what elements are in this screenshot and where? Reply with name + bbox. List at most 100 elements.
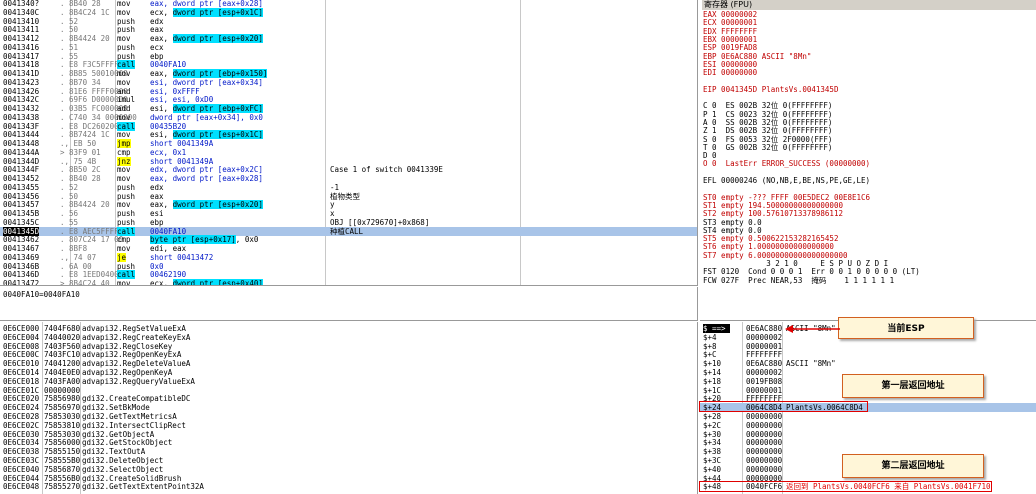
stack-row[interactable]: $+34 00000000	[700, 438, 1036, 447]
disasm-row[interactable]: 00413432. 03B5 FC000000 add esi, dword ptr…	[0, 104, 697, 113]
disasm-row[interactable]: 00413418 . E8 F3C5FFFF call 0040FA10	[0, 60, 697, 70]
disasm-row[interactable]: 0041343F . E8 DC260200 call 00435B20	[0, 121, 697, 131]
disasm-hex: . 50	[60, 191, 79, 201]
dump-value: 75856970	[44, 403, 81, 413]
disasm-row[interactable]: 0041345B . 56 push esi x	[0, 209, 697, 218]
stack-value: FFFFFFFF	[746, 350, 783, 360]
stack-value: 0019FB08	[746, 376, 783, 386]
stack-row[interactable]: $+30 00000000	[700, 430, 1036, 439]
dump-row[interactable]: 0E6CE040 75856870 gdi32.SelectObject	[0, 465, 697, 474]
registers-pane[interactable]: 寄存器 (FPU) EAX 00000002 ECX 00000001 EDX FF…	[700, 0, 1036, 321]
disasm-row[interactable]: 00413410 . 52 push edx	[0, 17, 697, 26]
disasm-mnemonic: mov	[117, 200, 131, 210]
disasm-row[interactable]: 0041344D ., 75 4B jnz short 0041349A	[0, 156, 697, 166]
dump-row[interactable]: 0E6CE004 74040020 advapi32.RegCreateKeyExA	[0, 333, 697, 342]
disasm-row[interactable]: 0041342C. 69F6 D0000000 imul esi, esi, 0xD…	[0, 95, 697, 104]
dump-row[interactable]: 0E6CE010 74041200 advapi32.RegDeleteValueA	[0, 359, 697, 368]
disasm-row[interactable]: 00413426. 81E6 FFFF0000 and esi, 0xFFFF	[0, 87, 697, 96]
disasm-row[interactable]: 00413452 . 8B40 28 mov eax, dword ptr [eax+…	[0, 174, 697, 183]
dump-symbol: advapi32.RegCloseKey	[82, 341, 173, 351]
disasm-mnemonic: mov	[117, 77, 131, 87]
disasm-hex: . 8BF8	[60, 244, 88, 253]
dump-row[interactable]: 0E6CE028 75853030 gdi32.GetTextMetricsA	[0, 412, 697, 421]
dump-value: 7404E0E0	[44, 368, 81, 377]
disasm-address: 00413467	[3, 244, 40, 253]
register-line[interactable]: FCW 027F Prec NEAR,53 掩码 1 1 1 1 1 1	[703, 276, 1036, 285]
disasm-hex: > 8B4C24 40	[60, 279, 110, 286]
disasm-row[interactable]: 0041341D. 8B85 50010000 mov eax, dword ptr…	[0, 69, 697, 78]
disasm-row[interactable]: 00413412 . 8B4424 20 mov eax, dword ptr [es…	[0, 34, 697, 43]
dump-pane[interactable]: 0E6CE000 7404F680 advapi32.RegSetValueExA 0…	[0, 322, 698, 494]
disasm-operand: edi, eax	[150, 244, 187, 253]
disasm-row[interactable]: 00413462 . 807C24 17 00 cmp byte ptr [esp+0…	[0, 235, 697, 245]
dump-row[interactable]: 0E6CE00C 7403FC10 advapi32.RegOpenKeyExA	[0, 350, 697, 359]
stack-value: 00000001	[746, 341, 783, 351]
stack-row[interactable]: $+C FFFFFFFF	[700, 350, 1036, 359]
disasm-row[interactable]: 00413448 ., EB 50 jmp short 0041349A	[0, 139, 697, 148]
dump-row[interactable]: 0E6CE024 75856970 gdi32.SetBkMode	[0, 403, 697, 412]
stack-row[interactable]: $+2C 00000000	[700, 421, 1036, 430]
disasm-operand: esi	[150, 209, 164, 218]
disasm-address: 00413472	[3, 279, 40, 286]
dump-value: 7403F560	[44, 341, 81, 351]
disasm-row[interactable]: 0041346B . 6A 00 push 0x0	[0, 262, 697, 271]
stack-value: 0E6AC880	[746, 359, 783, 369]
stack-row[interactable]: $+8 00000001	[700, 342, 1036, 351]
disasm-row[interactable]: 0041345D . E8 AEC5FFFF call 0040FA10 种植CALL	[0, 226, 697, 236]
dump-row[interactable]: 0E6CE03C 758555B0 gdi32.DeleteObject	[0, 456, 697, 465]
stack-offset: $+C	[703, 350, 717, 360]
disasm-row[interactable]: 00413423 . 8B70 34 mov esi, dword ptr [eax+…	[0, 78, 697, 87]
disasm-operand: eax, dword ptr [eax+0x28]	[150, 174, 263, 183]
disasm-address: 0041345C	[3, 217, 40, 227]
stack-row[interactable]: $+10 0E6AC880 ASCII "8Mn"	[700, 359, 1036, 368]
dump-row[interactable]: 0E6CE038 75855150 gdi32.TextOutA	[0, 447, 697, 456]
disasm-row[interactable]: 00413417 . 55 push ebp	[0, 52, 697, 61]
disasm-row[interactable]: 00413438. C740 34 0000000 mov dword ptr [e…	[0, 113, 697, 122]
dump-symbol: advapi32.RegDeleteValueA	[82, 359, 191, 369]
dump-value: 74041200	[44, 359, 81, 369]
disasm-address: 00413448	[3, 139, 40, 148]
dump-row[interactable]: 0E6CE034 75856000 gdi32.GetStockObject	[0, 438, 697, 447]
dump-row[interactable]: 0E6CE02C 75853810 gdi32.IntersectClipRect	[0, 421, 697, 430]
stack-row[interactable]: $+28 00000000	[700, 412, 1036, 421]
disasm-row[interactable]: 0041340C . 8B4C24 1C mov ecx, dword ptr [es…	[0, 7, 697, 17]
dump-row[interactable]: 0E6CE020 75856980 gdi32.CreateCompatibleDC	[0, 394, 697, 403]
disasm-mnemonic: push	[117, 191, 136, 201]
disasm-operand: ebp	[150, 51, 164, 61]
dump-value: 7403FA00	[44, 376, 81, 386]
disasm-mnemonic: call	[117, 121, 136, 131]
disasm-mnemonic: mov	[117, 130, 131, 140]
disasm-row[interactable]: 0041345C . 55 push ebp OBJ [[0x729670]+0x868…	[0, 218, 697, 227]
disasm-row[interactable]: 00413457 . 8B4424 20 mov eax, dword ptr [es…	[0, 200, 697, 210]
disasm-row[interactable]: 00413411 . 50 push eax	[0, 25, 697, 34]
disasm-mnemonic: push	[117, 261, 136, 271]
dump-row[interactable]: 0E6CE044 758556B0 gdi32.CreateSolidBrush	[0, 474, 697, 483]
disasm-row[interactable]: 00413455 . 52 push edx -1	[0, 183, 697, 192]
disassembly-pane[interactable]: 0041340?. 8B40 28 mov eax, dword ptr [eax+…	[0, 0, 698, 286]
disasm-mnemonic: mov	[117, 174, 131, 183]
dump-address: 0E6CE038	[3, 447, 40, 457]
dump-row[interactable]: 0E6CE030 75853030 gdi32.GetObjectA	[0, 430, 697, 439]
dump-row[interactable]: 0E6CE01C 00000000	[0, 386, 697, 395]
dump-address: 0E6CE030	[3, 429, 40, 439]
disasm-row[interactable]: 00413469 ., 74 07 je short 00413472	[0, 252, 697, 262]
disasm-row[interactable]: 00413467 . 8BF8 mov edi, eax	[0, 244, 697, 253]
disasm-row[interactable]: 0041344F . 8B50 2C mov edx, dword ptr [eax+…	[0, 165, 697, 174]
dump-row[interactable]: 0E6CE008 7403F560 advapi32.RegCloseKey	[0, 342, 697, 351]
disasm-address: 00413444	[3, 130, 40, 140]
dump-row[interactable]: 0E6CE014 7404E0E0 advapi32.RegOpenKeyA	[0, 368, 697, 377]
disasm-row[interactable]: 0041344A > 83F9 01 cmp ecx, 0x1	[0, 148, 697, 157]
disasm-row[interactable]: 00413416 . 51 push ecx	[0, 43, 697, 52]
dump-row[interactable]: 0E6CE018 7403FA00 advapi32.RegQueryValueEx…	[0, 377, 697, 386]
dump-symbol: gdi32.SetBkMode	[82, 403, 150, 413]
disasm-row[interactable]: 00413472 > 8B4C24 40 mov ecx, dword ptr [es…	[0, 279, 697, 286]
dump-address: 0E6CE000	[3, 324, 40, 333]
disasm-address: 0041345B	[3, 209, 40, 218]
disasm-operand: ebp	[150, 217, 164, 227]
disasm-row[interactable]: 00413456 . 50 push eax 植物类型	[0, 192, 697, 201]
dump-row[interactable]: 0E6CE000 7404F680 advapi32.RegSetValueExA	[0, 324, 697, 333]
operand-memory-ref: dword ptr [esp+0x1C]	[172, 130, 263, 140]
disasm-row[interactable]: 0041346D . E8 1EED0400 call 00462190	[0, 270, 697, 280]
disasm-row[interactable]: 00413444 . 8B7424 1C mov esi, dword ptr [es…	[0, 130, 697, 140]
dump-row[interactable]: 0E6CE048 75855270 gdi32.GetTextExtentPoint…	[0, 482, 697, 491]
